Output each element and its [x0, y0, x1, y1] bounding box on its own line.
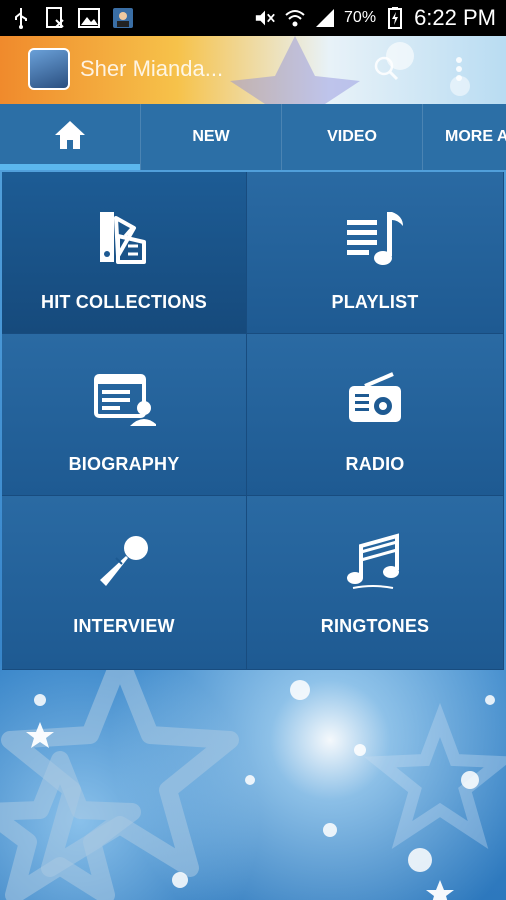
menu-label: PLAYLIST — [331, 292, 419, 312]
biography-icon — [92, 368, 158, 432]
menu-label: RINGTONES — [320, 616, 430, 636]
menu-label: HIT COLLECTIONS — [41, 292, 207, 312]
menu-label: RADIO — [345, 454, 405, 474]
file-error-icon — [44, 7, 66, 29]
menu-playlist[interactable]: PLAYLIST — [247, 172, 504, 334]
menu-interview[interactable]: INTERVIEW — [2, 496, 247, 670]
main-menu-grid: HIT COLLECTIONS PLAYLIST BIOGRAPHY RADIO… — [2, 172, 504, 670]
menu-label: BIOGRAPHY — [68, 454, 180, 474]
menu-ringtones[interactable]: RINGTONES — [247, 496, 504, 670]
tab-video[interactable]: VIDEO — [282, 104, 423, 170]
app-title: Sher Mianda... — [80, 56, 224, 81]
wifi-icon — [284, 7, 306, 29]
menu-biography[interactable]: BIOGRAPHY — [2, 334, 247, 496]
status-bar: 70% 6:22 PM — [0, 0, 506, 36]
search-icon[interactable] — [372, 54, 400, 82]
microphone-icon — [92, 530, 156, 594]
battery-percent: 70% — [344, 9, 377, 26]
image-icon — [78, 7, 100, 29]
clock: 6:22 PM — [414, 5, 496, 30]
menu-label: INTERVIEW — [73, 616, 175, 636]
app-avatar[interactable] — [28, 48, 70, 90]
tab-home[interactable] — [0, 104, 141, 170]
mute-icon — [254, 7, 276, 29]
radio-icon — [343, 368, 407, 432]
signal-icon — [314, 7, 336, 29]
action-bar: Sher Mianda... — [0, 36, 506, 104]
battery-icon — [384, 7, 406, 29]
profile-thumbnail-icon — [112, 7, 134, 29]
palette-icon — [92, 206, 156, 270]
tab-new[interactable]: NEW — [141, 104, 282, 170]
home-icon — [53, 119, 87, 156]
playlist-icon — [343, 206, 407, 270]
tab-selected-indicator — [0, 164, 140, 170]
menu-radio[interactable]: RADIO — [247, 334, 504, 496]
music-notes-icon — [343, 530, 407, 594]
menu-hit-collections[interactable]: HIT COLLECTIONS — [2, 172, 247, 334]
tab-bar: NEW VIDEO MORE A — [0, 104, 506, 170]
usb-icon — [10, 7, 32, 29]
overflow-menu-icon[interactable] — [446, 54, 472, 84]
tab-more[interactable]: MORE A — [423, 104, 506, 170]
